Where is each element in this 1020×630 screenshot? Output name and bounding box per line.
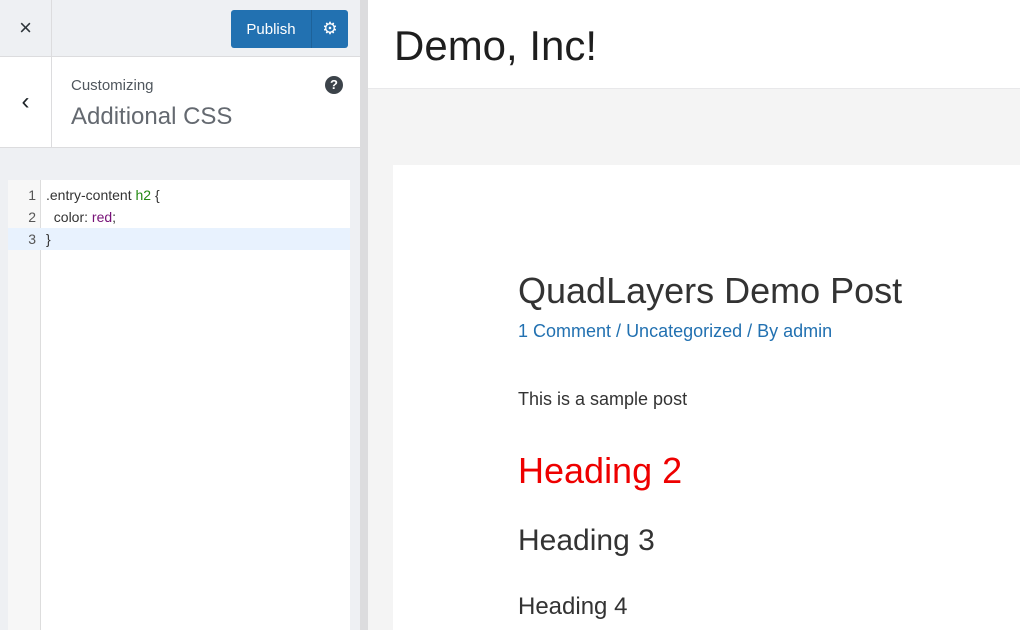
back-button[interactable]: ‹ (0, 57, 52, 147)
category-link[interactable]: Uncategorized (626, 321, 742, 341)
chevron-left-icon: ‹ (21, 88, 30, 115)
post-text: This is a sample post (518, 389, 688, 409)
help-icon[interactable]: ? (325, 76, 343, 94)
site-title[interactable]: Demo, Inc! (394, 22, 597, 70)
site-header: Demo, Inc! (368, 0, 1020, 89)
close-icon: × (19, 15, 32, 40)
code-selector: .entry-content (46, 187, 136, 203)
publish-button[interactable]: Publish (231, 21, 311, 38)
heading-3: Heading 3 (518, 524, 655, 557)
sidebar-scrollbar[interactable] (360, 0, 368, 630)
code-brace: } (46, 231, 51, 247)
meta-separator: / By (742, 321, 784, 341)
code-value: red (91, 209, 113, 225)
line-number: 2 (28, 209, 36, 225)
heading-2: Heading 2 (518, 450, 683, 491)
customizer-topbar: × Publish ⚙ (0, 0, 360, 57)
line-number: 3 (28, 231, 36, 247)
customizer-sidebar: × Publish ⚙ ‹ Customizing Additional CSS… (0, 0, 360, 630)
code-line: 1 .entry-content h2 { (8, 184, 350, 206)
section-header: ‹ Customizing Additional CSS ? (0, 57, 360, 148)
code-line: 2 color: red; (8, 206, 350, 228)
post-meta: 1 Comment / Uncategorized / By admin (518, 321, 832, 342)
code-semicolon: ; (112, 209, 117, 225)
meta-separator: / (611, 321, 627, 341)
close-customizer-button[interactable]: × (0, 0, 52, 56)
site-preview: Demo, Inc! QuadLayers Demo Post 1 Commen… (368, 0, 1020, 630)
code-tag: h2 (135, 187, 152, 203)
publish-button-group: Publish ⚙ (231, 10, 348, 48)
heading-4: Heading 4 (518, 593, 628, 620)
code-line-active: 3 } (8, 228, 350, 250)
post-card: QuadLayers Demo Post 1 Comment / Uncateg… (393, 165, 1020, 630)
comments-link[interactable]: 1 Comment (518, 321, 611, 341)
post-title: QuadLayers Demo Post (518, 270, 903, 311)
code-property: color: (46, 209, 92, 225)
line-number: 1 (28, 187, 36, 203)
code-brace: { (151, 187, 160, 203)
author-link[interactable]: admin (783, 321, 832, 341)
section-title: Additional CSS (71, 103, 233, 130)
breadcrumb: Customizing (71, 77, 154, 94)
css-code-editor[interactable]: 1 .entry-content h2 { 2 color: red; 3 } (8, 180, 350, 630)
gear-icon[interactable]: ⚙ (311, 10, 348, 48)
